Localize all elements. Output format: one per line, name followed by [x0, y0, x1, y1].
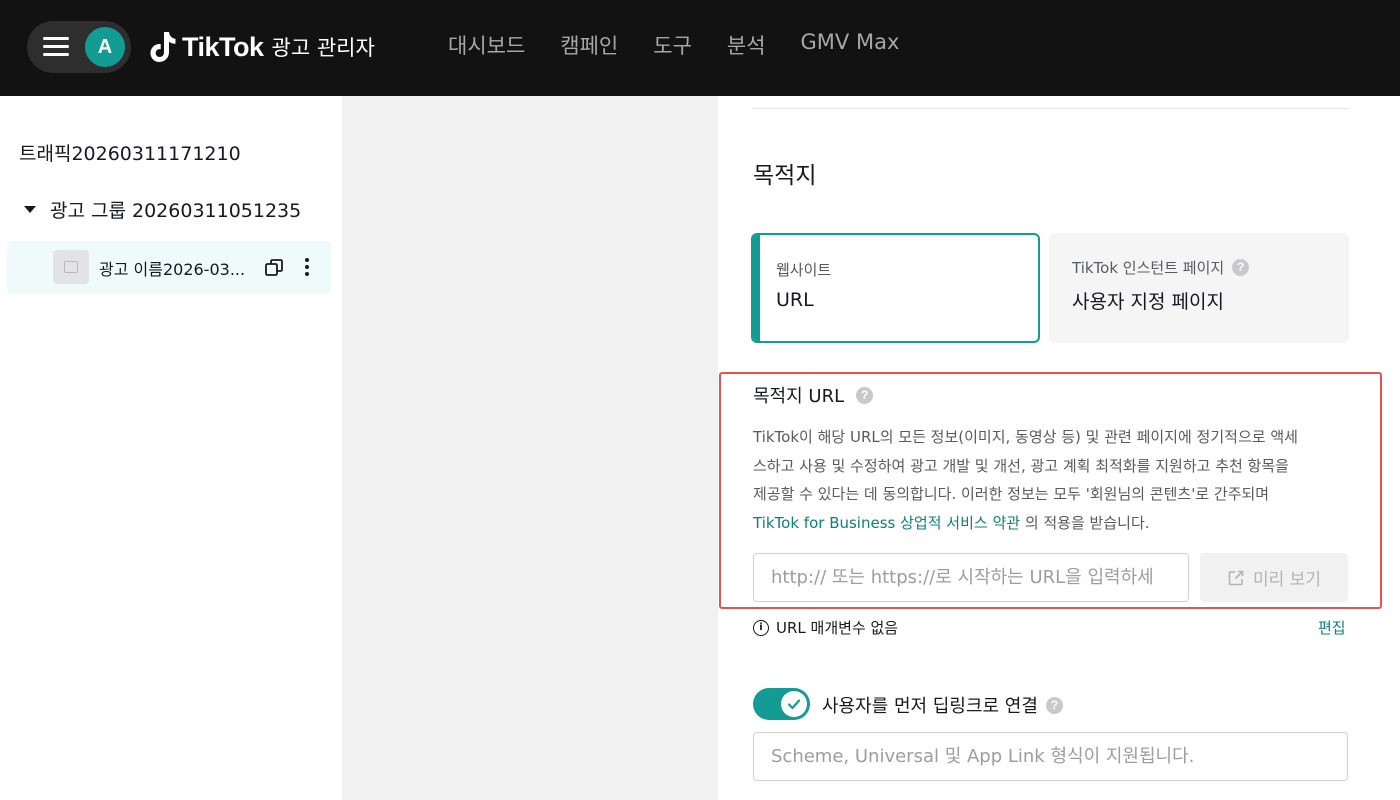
- destination-title: 목적지: [753, 163, 817, 189]
- description-line: 제공할 수 있다는 데 동의합니다. 이러한 정보는 모두 '회원님의 콘텐츠'…: [753, 485, 1270, 503]
- description-line: TikTok for Business 상업적 서비스 약관 의 적용을 받습니…: [753, 509, 1353, 538]
- nav-campaign[interactable]: 캠페인: [560, 30, 618, 60]
- nav-gmv-max[interactable]: GMV Max: [801, 30, 900, 60]
- card-value: 사용자 지정 페이지: [1072, 291, 1224, 313]
- deeplink-input[interactable]: [753, 732, 1348, 781]
- url-params-text: URL 매개변수 없음: [776, 619, 899, 637]
- ad-group-name: 광고 그룹 20260311051235: [50, 200, 302, 222]
- description-line: 스하고 사용 및 수정하여 광고 개발 및 개선, 광고 계획 최적화를 지원하…: [753, 456, 1289, 475]
- help-icon[interactable]: ?: [856, 386, 874, 404]
- destination-url-title: 목적지 URL: [753, 386, 845, 407]
- brand-subtitle: 광고 관리자: [271, 36, 375, 60]
- tiktok-logo[interactable]: TikTok 광고 관리자: [150, 27, 375, 67]
- deeplink-toggle[interactable]: [753, 688, 810, 720]
- destination-url-title-row: 목적지 URL ?: [753, 382, 874, 408]
- card-label: 웹사이트: [776, 261, 832, 279]
- menu-pill[interactable]: A: [27, 21, 131, 73]
- campaign-tree-panel: 트래픽20260311171210 광고 그룹 20260311051235 광…: [0, 96, 342, 800]
- ad-name: 광고 이름2026-03...: [99, 260, 246, 279]
- destination-card-website[interactable]: 웹사이트 URL: [751, 233, 1040, 343]
- url-params-row: i URL 매개변수 없음: [753, 617, 898, 638]
- copy-icon[interactable]: [264, 258, 284, 278]
- destination-url-input[interactable]: [753, 553, 1189, 602]
- info-icon: i: [753, 619, 769, 636]
- tiktok-note-icon: [150, 32, 176, 62]
- more-options-icon[interactable]: [304, 258, 310, 278]
- deeplink-label-row: 사용자를 먼저 딥링크로 연결 ?: [822, 692, 1063, 718]
- nav-analytics[interactable]: 분석: [727, 30, 766, 60]
- toggle-knob: [781, 691, 807, 717]
- help-icon[interactable]: ?: [1045, 696, 1063, 714]
- url-consent-description: TikTok이 해당 URL의 모든 정보(이미지, 동영상 등) 및 관련 페…: [753, 423, 1353, 537]
- terms-link[interactable]: TikTok for Business 상업적 서비스 약관: [753, 514, 1020, 532]
- external-link-icon: [1228, 570, 1244, 585]
- terms-suffix: 의 적용을 받습니다.: [1020, 513, 1150, 532]
- ad-row[interactable]: 광고 이름2026-03...: [7, 241, 331, 294]
- description-line: TikTok이 해당 URL의 모든 정보(이미지, 동영상 등) 및 관련 페…: [753, 428, 1298, 446]
- workspace-gap: [342, 96, 718, 800]
- caret-down-icon[interactable]: [24, 206, 36, 213]
- top-nav: 대시보드 캠페인 도구 분석 GMV Max: [448, 30, 934, 60]
- card-value: URL: [776, 289, 814, 311]
- preview-label: 미리 보기: [1253, 570, 1321, 590]
- campaign-name[interactable]: 트래픽20260311171210: [19, 139, 241, 166]
- ad-group-row[interactable]: 광고 그룹 20260311051235: [24, 196, 301, 223]
- nav-dashboard[interactable]: 대시보드: [448, 30, 525, 60]
- top-bar: A TikTok 광고 관리자 대시보드 캠페인 도구 분석 GMV Max: [0, 0, 1400, 96]
- deeplink-label: 사용자를 먼저 딥링크로 연결: [822, 696, 1038, 717]
- brand-name: TikTok: [182, 31, 264, 62]
- hamburger-menu-icon[interactable]: [43, 37, 69, 57]
- avatar[interactable]: A: [85, 27, 125, 67]
- check-icon: [787, 699, 801, 710]
- edit-params-link[interactable]: 편집: [1318, 617, 1346, 638]
- help-icon[interactable]: ?: [1232, 259, 1250, 276]
- card-label-row: TikTok 인스턴트 페이지 ?: [1072, 257, 1250, 278]
- selected-accent: [753, 235, 760, 341]
- nav-tools[interactable]: 도구: [653, 30, 692, 60]
- preview-button[interactable]: 미리 보기: [1200, 553, 1348, 602]
- ad-editor-panel: 목적지 웹사이트 URL TikTok 인스턴트 페이지 ? 사용자 지정 페이…: [718, 96, 1400, 800]
- ad-thumbnail-icon: [53, 250, 89, 284]
- destination-card-instant-page[interactable]: TikTok 인스턴트 페이지 ? 사용자 지정 페이지: [1049, 233, 1349, 343]
- card-label: TikTok 인스턴트 페이지: [1072, 259, 1225, 277]
- section-divider: [752, 108, 1348, 109]
